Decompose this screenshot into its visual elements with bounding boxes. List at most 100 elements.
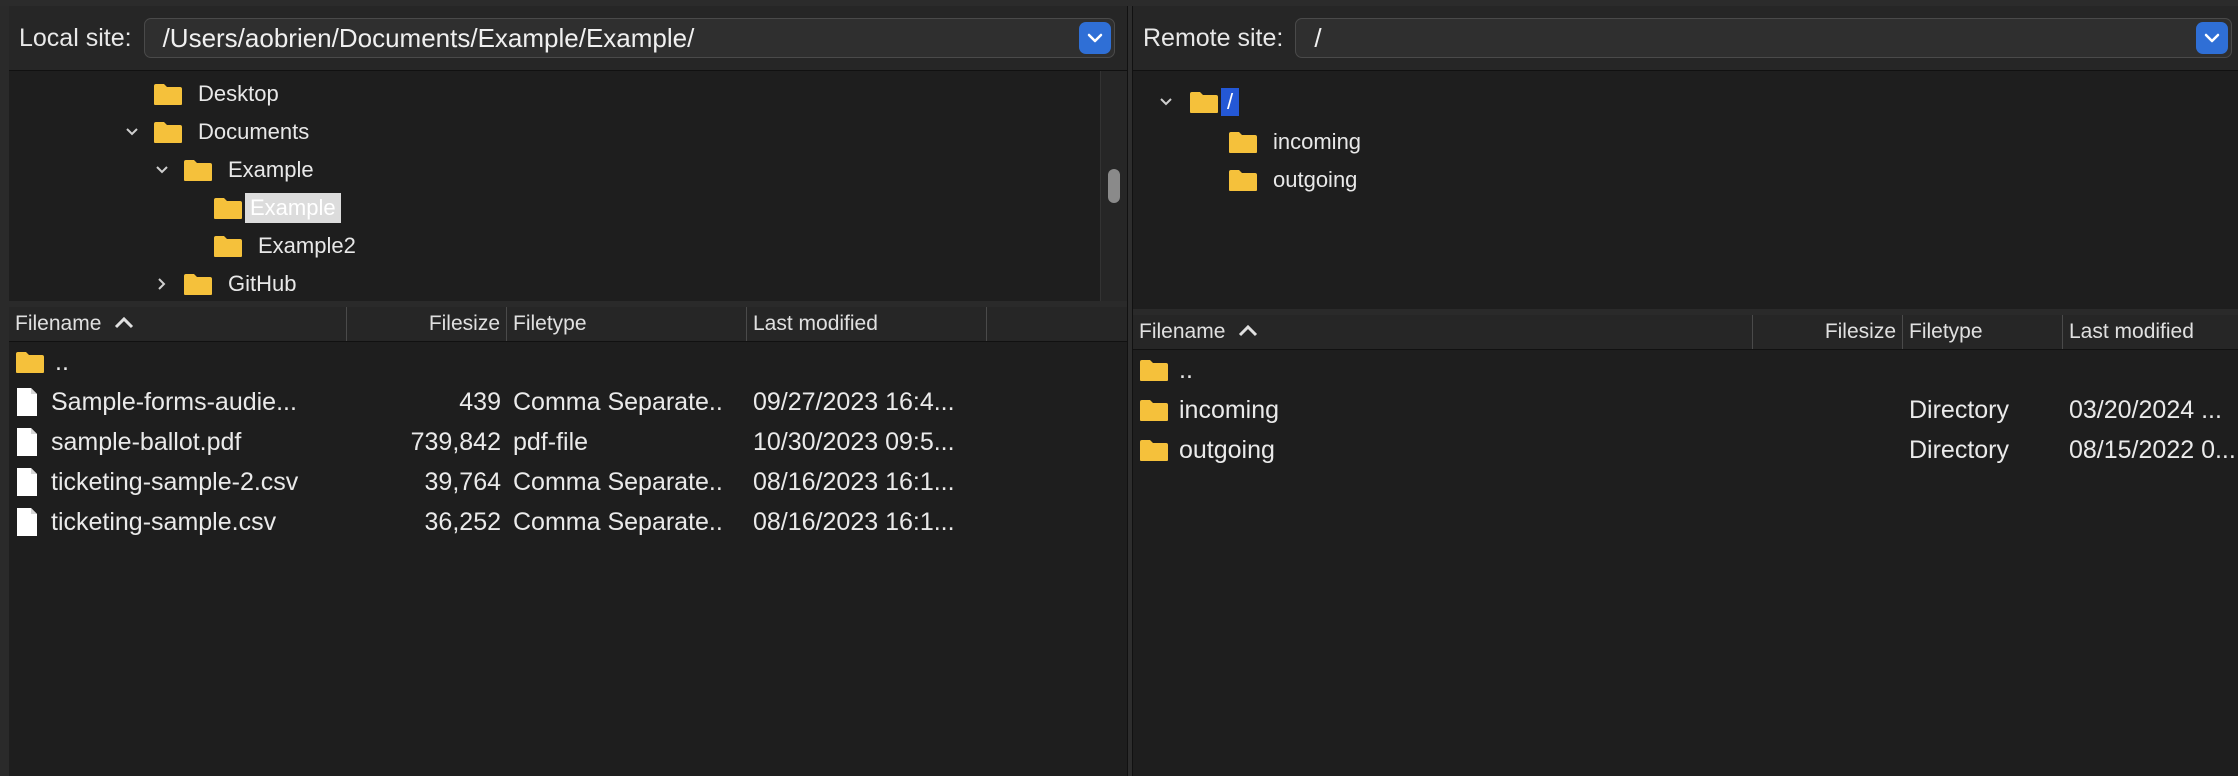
folder-icon bbox=[1228, 168, 1258, 192]
remote-path-combobox[interactable]: / bbox=[1295, 18, 2232, 58]
local-path-value[interactable]: /Users/aobrien/Documents/Example/Example… bbox=[163, 23, 695, 54]
file-row[interactable]: ticketing-sample.csv 36,252 Comma Separa… bbox=[9, 502, 1127, 542]
column-filler bbox=[987, 307, 1127, 341]
tree-item-github[interactable]: GitHub bbox=[151, 267, 301, 301]
tree-item-label: incoming bbox=[1273, 129, 1362, 154]
sort-ascending-icon[interactable] bbox=[1237, 320, 1259, 344]
remote-path-value[interactable]: / bbox=[1314, 23, 1321, 54]
folder-icon bbox=[183, 158, 213, 182]
tree-item-label: outgoing bbox=[1273, 167, 1358, 192]
column-filename[interactable]: Filename bbox=[1133, 315, 1753, 349]
file-name: outgoing bbox=[1179, 435, 1275, 464]
tree-scrollbar[interactable] bbox=[1100, 71, 1127, 301]
file-row[interactable]: sample-ballot.pdf 739,842 pdf-file 10/30… bbox=[9, 422, 1127, 462]
local-file-list-header: Filename Filesize Filetype Last modified bbox=[9, 307, 1127, 342]
file-type: Comma Separate.. bbox=[513, 387, 723, 416]
tree-item-label: / bbox=[1221, 88, 1240, 116]
tree-item-desktop[interactable]: Desktop bbox=[153, 77, 284, 111]
filename-cell: incoming bbox=[1133, 396, 1753, 425]
file-icon bbox=[15, 427, 39, 457]
file-modified: 10/30/2023 09:5... bbox=[753, 427, 955, 456]
folder-icon bbox=[15, 350, 45, 374]
tree-item-outgoing[interactable]: outgoing bbox=[1228, 163, 1362, 197]
column-filetype[interactable]: Filetype bbox=[507, 307, 747, 341]
chevron-down-icon[interactable] bbox=[2196, 22, 2228, 54]
folder-icon bbox=[213, 234, 243, 258]
file-size: 739,842 bbox=[410, 427, 501, 456]
file-type: Directory bbox=[1909, 435, 2010, 464]
local-path-combobox[interactable]: /Users/aobrien/Documents/Example/Example… bbox=[143, 18, 1115, 58]
column-label: Filetype bbox=[1909, 320, 1983, 343]
column-filetype[interactable]: Filetype bbox=[1903, 315, 2063, 349]
chevron-right-icon[interactable] bbox=[151, 273, 173, 295]
chevron-down-icon[interactable] bbox=[1155, 91, 1177, 113]
file-row[interactable]: outgoing Directory 08/15/2022 0... bbox=[1133, 430, 2238, 470]
file-size: 36,252 bbox=[424, 507, 501, 536]
tree-item-example[interactable]: Example bbox=[151, 153, 319, 187]
folder-icon bbox=[183, 272, 213, 296]
filename-cell: ticketing-sample-2.csv bbox=[9, 467, 347, 497]
sort-ascending-icon[interactable] bbox=[113, 312, 135, 336]
folder-icon bbox=[1228, 130, 1258, 154]
remote-file-list[interactable]: .. incoming Directory 03/20/2024 ... out… bbox=[1133, 350, 2238, 470]
tree-item-example2[interactable]: Example2 bbox=[213, 229, 361, 263]
column-filesize[interactable]: Filesize bbox=[1753, 315, 1903, 349]
file-row[interactable]: .. bbox=[1133, 350, 2238, 390]
remote-directory-tree[interactable]: / incoming outgoing bbox=[1133, 71, 2238, 315]
tree-item-root[interactable]: / bbox=[1155, 85, 1240, 119]
chevron-down-icon[interactable] bbox=[121, 121, 143, 143]
file-icon bbox=[15, 507, 39, 537]
remote-file-list-header: Filename Filesize Filetype Last modified bbox=[1133, 315, 2238, 350]
column-last-modified[interactable]: Last modified bbox=[747, 307, 987, 341]
column-label: Filesize bbox=[428, 312, 500, 335]
file-row[interactable]: .. bbox=[9, 342, 1127, 382]
file-modified: 08/15/2022 0... bbox=[2069, 435, 2236, 464]
folder-icon bbox=[1139, 398, 1169, 422]
local-file-list[interactable]: .. Sample-forms-audie... 439 Comma Separ… bbox=[9, 342, 1127, 542]
filename-cell: .. bbox=[1133, 356, 1753, 385]
chevron-down-icon[interactable] bbox=[151, 159, 173, 181]
folder-icon bbox=[1189, 90, 1219, 114]
file-row[interactable]: incoming Directory 03/20/2024 ... bbox=[1133, 390, 2238, 430]
local-site-bar: Local site: /Users/aobrien/Documents/Exa… bbox=[9, 6, 1127, 71]
local-site-label: Local site: bbox=[19, 23, 132, 52]
file-type: pdf-file bbox=[513, 427, 589, 456]
file-type: Comma Separate.. bbox=[513, 467, 723, 496]
folder-icon bbox=[153, 120, 183, 144]
tree-item-label: Documents bbox=[198, 119, 310, 144]
file-name: .. bbox=[1179, 355, 1193, 384]
file-icon bbox=[15, 387, 39, 417]
column-filename[interactable]: Filename bbox=[9, 307, 347, 341]
column-label: Filesize bbox=[1824, 320, 1896, 343]
column-label: Filename bbox=[15, 312, 102, 335]
file-type: Comma Separate.. bbox=[513, 507, 723, 536]
remote-site-bar: Remote site: / bbox=[1133, 6, 2238, 71]
remote-site-label: Remote site: bbox=[1143, 23, 1284, 52]
file-size: 439 bbox=[459, 387, 501, 416]
filename-cell: sample-ballot.pdf bbox=[9, 427, 347, 457]
column-last-modified[interactable]: Last modified bbox=[2063, 315, 2238, 349]
tree-item-label: Example2 bbox=[258, 233, 356, 258]
tree-item-example-selected[interactable]: Example bbox=[213, 191, 341, 225]
file-name: incoming bbox=[1179, 395, 1280, 424]
column-filesize[interactable]: Filesize bbox=[347, 307, 507, 341]
folder-icon bbox=[153, 82, 183, 106]
chevron-down-icon[interactable] bbox=[1079, 22, 1111, 54]
tree-item-incoming[interactable]: incoming bbox=[1228, 125, 1366, 159]
tree-item-documents[interactable]: Documents bbox=[121, 115, 314, 149]
file-row[interactable]: Sample-forms-audie... 439 Comma Separate… bbox=[9, 382, 1127, 422]
tree-item-label: Example bbox=[228, 157, 314, 182]
local-directory-tree[interactable]: Desktop Documents Example Example Exampl… bbox=[9, 71, 1127, 307]
tree-item-label: Desktop bbox=[198, 81, 279, 106]
local-pane: Local site: /Users/aobrien/Documents/Exa… bbox=[0, 6, 1127, 776]
file-row[interactable]: ticketing-sample-2.csv 39,764 Comma Sepa… bbox=[9, 462, 1127, 502]
file-modified: 08/16/2023 16:1... bbox=[753, 507, 955, 536]
file-modified: 08/16/2023 16:1... bbox=[753, 467, 955, 496]
folder-icon bbox=[213, 196, 243, 220]
tree-item-label: GitHub bbox=[228, 271, 297, 296]
file-name: ticketing-sample.csv bbox=[51, 507, 277, 536]
scrollbar-thumb[interactable] bbox=[1108, 169, 1120, 203]
column-label: Filetype bbox=[513, 312, 587, 335]
file-type: Directory bbox=[1909, 395, 2010, 424]
folder-icon bbox=[1139, 438, 1169, 462]
